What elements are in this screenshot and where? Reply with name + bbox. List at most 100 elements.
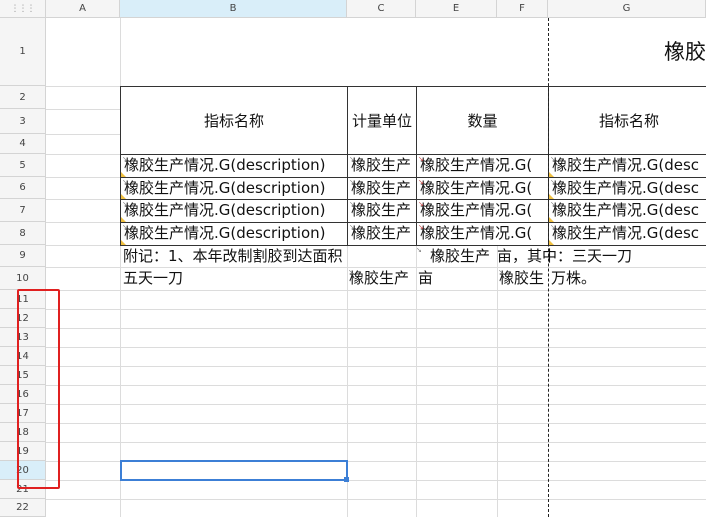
- data-cell-e7[interactable]: 橡胶生产情况.G(↘: [416, 199, 549, 223]
- highlight-annotation-box: [17, 289, 60, 489]
- note-cell-b10[interactable]: 五天一刀: [120, 268, 347, 289]
- data-cell-c8[interactable]: 橡胶生产 ↘: [347, 222, 417, 246]
- cell-text: 橡胶生产情况.G(desc: [552, 224, 700, 242]
- header-indicator-name-2[interactable]: 指标名称: [548, 86, 706, 155]
- formula-icon: ↘: [550, 223, 556, 231]
- comment-marker: [121, 240, 126, 245]
- comment-marker: [549, 240, 554, 245]
- formula-icon: ↘: [349, 200, 355, 208]
- formula-icon: ↘: [498, 268, 504, 276]
- cell-text: 橡胶生产情况.G(description): [124, 201, 326, 219]
- col-header-e[interactable]: E: [416, 0, 497, 18]
- gridline: [46, 290, 706, 291]
- col-header-g[interactable]: G: [548, 0, 706, 18]
- gridline: [46, 385, 706, 386]
- formula-icon: ↘: [122, 178, 128, 186]
- data-cell-b7[interactable]: 橡胶生产情况.G(description) ↘: [120, 199, 348, 223]
- col-header-c[interactable]: C: [347, 0, 416, 18]
- formula-icon: ↘: [418, 155, 424, 163]
- gridline: [46, 328, 706, 329]
- cell-text: 橡胶生产情况.G(: [420, 179, 533, 197]
- cell-text: 橡胶生产情况.G(desc: [552, 156, 700, 174]
- data-cell-e8[interactable]: 橡胶生产情况.G(↘: [416, 222, 549, 246]
- cell-text: 橡胶生产情况.G(description): [124, 224, 326, 242]
- formula-icon: ↘: [122, 223, 128, 231]
- formula-icon: ↘: [349, 178, 355, 186]
- data-cell-g7[interactable]: 橡胶生产情况.G(desc ↘: [548, 199, 706, 223]
- data-cell-e5[interactable]: 橡胶生产情况.G(↘: [416, 154, 549, 178]
- note-cell-e10[interactable]: 亩: [418, 268, 497, 289]
- select-all-corner[interactable]: ⋮⋮⋮: [0, 0, 46, 18]
- row-header-9[interactable]: 9: [0, 245, 46, 267]
- data-cell-c5[interactable]: 橡胶生产 ↘: [347, 154, 417, 178]
- cell-text: 橡胶生产情况.G(: [420, 224, 533, 242]
- formula-icon: ↘: [349, 155, 355, 163]
- header-quantity[interactable]: 数量: [416, 86, 549, 155]
- cell-text: 橡胶生产情况.G(description): [124, 156, 326, 174]
- gridline: [46, 499, 706, 500]
- row-header-8[interactable]: 8: [0, 222, 46, 245]
- row-header-2[interactable]: 2: [0, 86, 46, 109]
- header-indicator-name[interactable]: 指标名称: [120, 86, 348, 155]
- formula-icon: ↘: [349, 223, 355, 231]
- cell-text: 橡胶生产: [351, 156, 412, 174]
- row-header-1[interactable]: 1: [0, 18, 46, 86]
- formula-icon: ↘: [348, 268, 354, 276]
- gridline: [46, 347, 706, 348]
- page-break-line: [548, 18, 549, 517]
- spreadsheet: ⋮⋮⋮ A B C E F G 1 2 3 4 5 6 7 8 9 10 11 …: [0, 0, 706, 517]
- data-cell-c6[interactable]: 橡胶生产 ↘: [347, 177, 417, 200]
- cell-text: 橡胶生产情况.G(description): [124, 179, 326, 197]
- row-header-7[interactable]: 7: [0, 199, 46, 222]
- gridline: [46, 423, 706, 424]
- formula-icon: ↘: [122, 200, 128, 208]
- report-title: 橡胶: [664, 40, 706, 64]
- data-cell-g5[interactable]: 橡胶生产情况.G(desc ↘: [548, 154, 706, 178]
- data-cell-b6[interactable]: 橡胶生产情况.G(description) ↘: [120, 177, 348, 200]
- cell-text: 橡胶生产: [351, 224, 412, 242]
- cell-text: 橡胶生产情况.G(desc: [552, 201, 700, 219]
- gridline: [46, 404, 706, 405]
- row-header-22[interactable]: 22: [0, 499, 46, 517]
- cell-text: 橡胶生产: [351, 201, 412, 219]
- formula-icon: ↘: [418, 178, 424, 186]
- fill-handle[interactable]: [344, 477, 349, 482]
- formula-icon: ↘: [416, 246, 422, 254]
- note-cell-f9[interactable]: 亩，其中：三天一刀: [497, 246, 706, 267]
- note-cell-e9[interactable]: 橡胶生产: [430, 246, 497, 267]
- header-unit[interactable]: 计量单位: [347, 86, 417, 155]
- formula-icon: ↘: [122, 155, 128, 163]
- col-header-b[interactable]: B: [120, 0, 347, 18]
- formula-icon: ↘: [418, 200, 424, 208]
- data-cell-b5[interactable]: 橡胶生产情况.G(description) ↘: [120, 154, 348, 178]
- col-header-f[interactable]: F: [497, 0, 548, 18]
- note-cell-b9[interactable]: 附记：1、本年改制割胶到达面积: [120, 246, 416, 267]
- data-cell-c7[interactable]: 橡胶生产 ↘: [347, 199, 417, 223]
- formula-icon: ↘: [550, 200, 556, 208]
- data-cell-e6[interactable]: 橡胶生产情况.G(↘: [416, 177, 549, 200]
- cell-text: 橡胶生产情况.G(: [420, 156, 533, 174]
- data-cell-b8[interactable]: 橡胶生产情况.G(description) ↘: [120, 222, 348, 246]
- row-header-6[interactable]: 6: [0, 177, 46, 199]
- row-header-10[interactable]: 10: [0, 267, 46, 290]
- gridline: [46, 309, 706, 310]
- formula-icon: ↘: [550, 178, 556, 186]
- col-header-a[interactable]: A: [46, 0, 120, 18]
- row-header-5[interactable]: 5: [0, 154, 46, 177]
- formula-icon: ↘: [550, 155, 556, 163]
- row-header-3[interactable]: 3: [0, 109, 46, 134]
- gridline: [46, 366, 706, 367]
- gridline: [46, 442, 706, 443]
- selected-cell-b20[interactable]: [120, 460, 348, 481]
- data-cell-g6[interactable]: 橡胶生产情况.G(desc ↘: [548, 177, 706, 200]
- title-merged-cell[interactable]: 橡胶: [120, 18, 706, 87]
- cell-text: 橡胶生产: [351, 179, 412, 197]
- row-header-4[interactable]: 4: [0, 134, 46, 154]
- note-cell-f10[interactable]: 橡胶生: [499, 268, 548, 289]
- note-cell-c10[interactable]: 橡胶生产: [349, 268, 416, 289]
- data-cell-g8[interactable]: 橡胶生产情况.G(desc ↘: [548, 222, 706, 246]
- formula-icon: ↘: [418, 223, 424, 231]
- cell-text: 橡胶生产情况.G(: [420, 201, 533, 219]
- note-cell-g10[interactable]: 万株。: [551, 268, 706, 289]
- cell-text: 橡胶生产情况.G(desc: [552, 179, 700, 197]
